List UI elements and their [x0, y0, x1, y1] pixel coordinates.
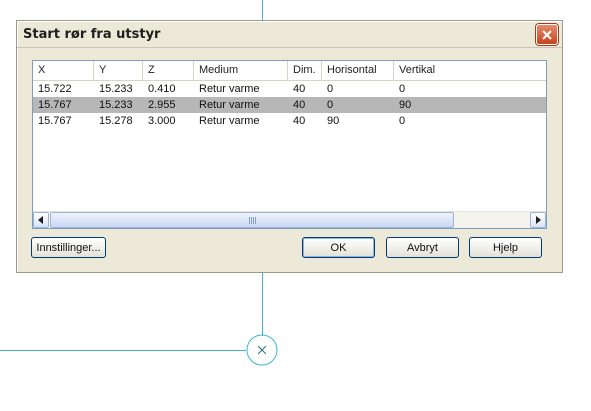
cell-vertikal: 90 [399, 99, 412, 111]
scroll-left-button[interactable] [33, 212, 49, 228]
cad-line-vertical-bottom [262, 270, 263, 336]
cell-x: 15.722 [38, 83, 72, 95]
table-row-selected[interactable]: 15.767 15.233 2.955 Retur varme 40 0 90 [33, 97, 546, 113]
cell-y: 15.233 [99, 99, 133, 111]
grip-icon [249, 217, 257, 224]
help-button[interactable]: Hjelp [469, 237, 542, 258]
cell-horisontal: 90 [327, 115, 340, 127]
cancel-button[interactable]: Avbryt [386, 237, 459, 258]
cell-y: 15.233 [99, 83, 133, 95]
cell-dim: 40 [293, 99, 306, 111]
scroll-right-button[interactable] [530, 212, 546, 228]
close-button[interactable] [536, 24, 558, 45]
cad-line-vertical-top [262, 0, 263, 20]
column-header-medium[interactable]: Medium [194, 61, 288, 80]
cell-vertikal: 0 [399, 83, 406, 95]
chevron-left-icon [38, 216, 43, 224]
cell-x: 15.767 [38, 99, 72, 111]
start-pipe-dialog: Start rør fra utstyr X Y Z Medium Dim. H… [16, 20, 563, 273]
cell-medium: Retur varme [199, 83, 260, 95]
column-header-y[interactable]: Y [94, 61, 143, 80]
settings-button[interactable]: Innstillinger... [31, 237, 106, 258]
cell-medium: Retur varme [199, 115, 260, 127]
scrollbar-thumb[interactable] [50, 212, 454, 228]
column-header-vertikal[interactable]: Vertikal [394, 61, 546, 80]
column-header-dim[interactable]: Dim. [288, 61, 322, 80]
cell-x: 15.767 [38, 115, 72, 127]
cell-z: 0.410 [148, 83, 176, 95]
cell-y: 15.278 [99, 115, 133, 127]
column-header-z[interactable]: Z [143, 61, 194, 80]
table-row[interactable]: 15.722 15.233 0.410 Retur varme 40 0 0 [33, 81, 546, 97]
close-icon [542, 29, 552, 40]
list-header: X Y Z Medium Dim. Horisontal Vertikal [33, 61, 546, 81]
cell-horisontal: 0 [327, 99, 334, 111]
column-header-horisontal[interactable]: Horisontal [322, 61, 394, 80]
dialog-title: Start rør fra utstyr [23, 27, 161, 42]
equipment-list[interactable]: X Y Z Medium Dim. Horisontal Vertikal 15… [32, 60, 547, 229]
chevron-right-icon [536, 216, 541, 224]
cell-dim: 40 [293, 115, 306, 127]
cell-horisontal: 0 [327, 83, 334, 95]
cell-medium: Retur varme [199, 99, 260, 111]
cad-line-horizontal [0, 350, 246, 351]
cell-z: 3.000 [148, 115, 176, 127]
ok-button[interactable]: OK [302, 237, 375, 258]
cell-dim: 40 [293, 83, 306, 95]
cad-node-circle-icon [246, 334, 278, 366]
horizontal-scrollbar[interactable] [33, 211, 546, 228]
cell-vertikal: 0 [399, 115, 406, 127]
column-header-x[interactable]: X [33, 61, 94, 80]
cell-z: 2.955 [148, 99, 176, 111]
dialog-titlebar: Start rør fra utstyr [17, 21, 562, 48]
table-row[interactable]: 15.767 15.278 3.000 Retur varme 40 90 0 [33, 113, 546, 129]
